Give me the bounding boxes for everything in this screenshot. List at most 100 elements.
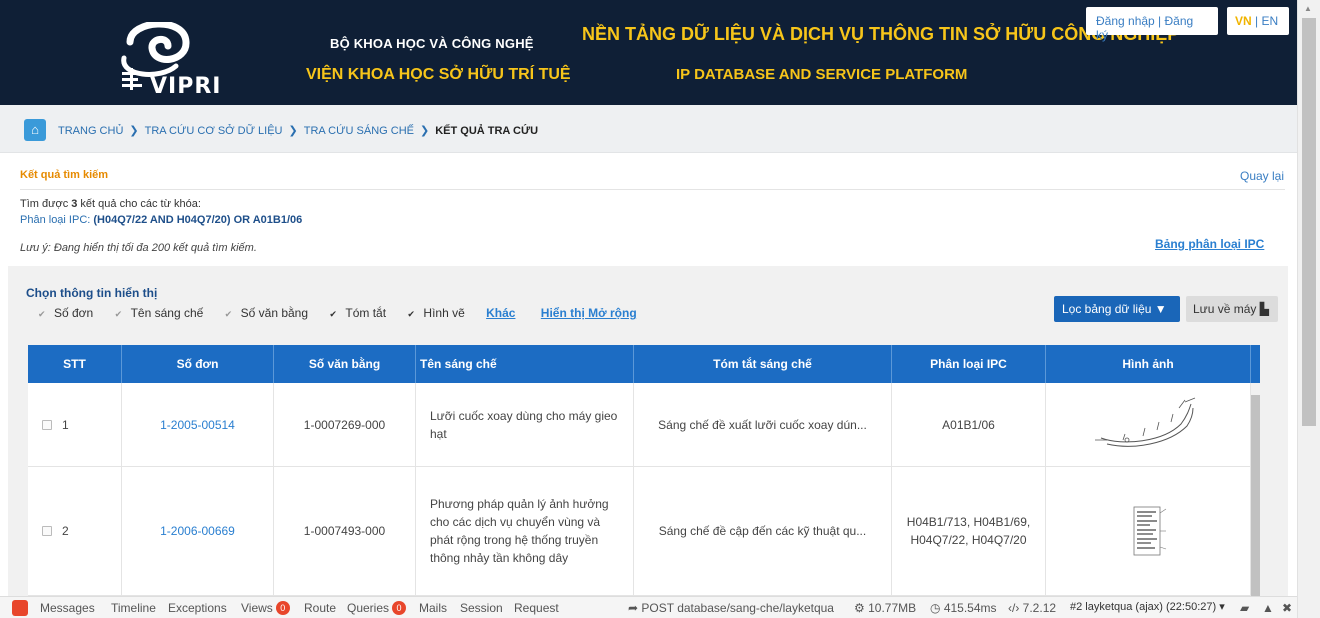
found-suffix: kết quả cho các từ khóa: [77,198,201,210]
lang-vn-link[interactable]: VN [1235,14,1252,28]
option-app-no[interactable]: ✔ Số đơn [38,306,93,320]
row-number: 1 [62,417,69,432]
col-ipc[interactable]: Phân loại IPC [892,345,1046,383]
results-title: Kết quả tìm kiếm [20,169,109,181]
platform-subtitle: IP DATABASE AND SERVICE PLATFORM [676,66,968,83]
col-patent-no[interactable]: Số văn bằng [274,345,416,383]
close-icon[interactable]: ✖ [1282,601,1292,615]
row-checkbox[interactable] [42,419,52,430]
debugbar-logo-icon[interactable] [12,600,28,616]
filter-icon: ▼ [1154,302,1167,316]
row-checkbox[interactable] [42,526,52,536]
row-abstract: Sáng chế đề cập đến các kỹ thuật qu... [634,467,892,595]
page-scrollbar-thumb[interactable] [1302,18,1316,426]
auth-separator: | [1154,14,1165,28]
home-icon[interactable]: ⌂ [24,119,46,141]
row-ipc: A01B1/06 [892,383,1046,466]
table-scrollbar[interactable] [1251,383,1260,596]
filter-button-label: Lọc bảng dữ liệu [1062,302,1152,316]
option-title[interactable]: ✔ Tên sáng chế [115,306,204,320]
row-title: Phương pháp quản lý ảnh hưởng cho các dị… [416,467,634,595]
patent-drawing-thumbnail[interactable] [1093,394,1203,456]
table-row: 1 1-2005-00514 1-0007269-000 Lưỡi cuốc x… [28,383,1260,467]
col-stt[interactable]: STT [28,345,122,383]
breadcrumb-trail: TRANG CHỦ ❯ TRA CỨU CƠ SỞ DỮ LIỆU ❯ TRA CỨU … [58,124,538,137]
chevron-up-icon[interactable]: ▲ [1262,601,1274,615]
views-label: Views [241,601,273,615]
ipc-query-line: Phân loại IPC: (H04Q7/22 AND H04Q7/20) O… [20,214,302,226]
page: { "header": { "logo_text": "VIPRI", "org… [0,0,1320,618]
option-drawing[interactable]: ✔ Hình vẽ [407,306,464,320]
debug-route: ➦ POST database/sang-che/layketqua [628,601,834,615]
expand-display-link[interactable]: Hiển thị Mở rộng [541,306,637,320]
other-options-link[interactable]: Khác [486,306,515,320]
login-link[interactable]: Đăng nhập [1096,14,1155,28]
result-limit-note: Lưu ý: Đang hiển thị tối đa 200 kết quả … [20,242,257,254]
col-app-no[interactable]: Số đơn [122,345,274,383]
table-row: 2 1-2006-00669 1-0007493-000 Phương pháp… [28,467,1260,596]
results-panel: Chọn thông tin hiển thị ✔ Số đơn ✔ Tên sán… [8,266,1288,596]
breadcrumb-home[interactable]: TRANG CHỦ [58,125,123,137]
debug-tab-views[interactable]: Views 0 [241,601,290,615]
option-label: Hình vẽ [423,306,465,320]
auth-box: Đăng nhập | Đăng ký [1086,7,1218,42]
debug-tab-session[interactable]: Session [460,601,503,615]
time-text: 415.54ms [943,601,997,615]
ministry-name: BỘ KHOA HỌC VÀ CÔNG NGHỆ [330,36,534,51]
debug-time: ◷ 415.54ms [930,601,997,615]
option-label: Số đơn [54,306,94,320]
views-count-badge: 0 [275,601,290,615]
site-header: VIPRI BỘ KHOA HỌC VÀ CÔNG NGHỆ VIỆN KHOA… [0,0,1297,105]
save-to-computer-button[interactable]: Lưu về máy ▙ [1186,296,1278,322]
row-patent-no: 1-0007493-000 [274,467,416,595]
app-no-link[interactable]: 1-2006-00669 [160,522,235,540]
option-patent-no[interactable]: ✔ Số văn bằng [225,306,308,320]
debug-tab-messages[interactable]: Messages [40,601,95,615]
col-abstract[interactable]: Tóm tắt sáng chế [634,345,892,383]
breadcrumb-patent-search[interactable]: TRA CỨU SÁNG CHẾ [304,125,414,137]
table-scrollbar-thumb[interactable] [1251,395,1260,596]
breadcrumb-separator: ❯ [129,125,139,137]
display-options: ✔ Số đơn ✔ Tên sáng chế ✔ Số văn bằng ✔ Tóm … [38,306,659,320]
option-abstract[interactable]: ✔ Tóm tắt [329,306,386,320]
debug-bar: Messages Timeline Exceptions Views 0 Rout… [0,596,1297,618]
ipc-label: Phân loại IPC: [20,214,94,226]
debug-tab-request[interactable]: Request [514,601,559,615]
checkbox-icon: ✔ [407,309,415,319]
ipc-table-link[interactable]: Bảng phân loại IPC [1155,237,1264,251]
request-text: #2 layketqua (ajax) (22:50:27) [1070,601,1217,613]
display-options-title: Chọn thông tin hiển thị [26,286,158,300]
save-button-label: Lưu về máy [1193,302,1257,316]
found-summary: Tìm được 3 kết quả cho các từ khóa: [20,198,201,210]
lang-en-link[interactable]: EN [1261,14,1278,28]
checkbox-icon: ✔ [224,309,233,319]
option-label: Số văn bằng [240,306,309,320]
share-arrow-icon: ➦ [628,601,639,615]
breadcrumb-separator: ❯ [419,125,430,137]
institute-name: VIỆN KHOA HỌC SỞ HỮU TRÍ TUỆ [306,66,571,83]
col-title[interactable]: Tên sáng chế [416,345,634,383]
debug-tab-mails[interactable]: Mails [419,601,447,615]
folder-open-icon[interactable]: ▰ [1240,601,1249,615]
debug-request-select[interactable]: #2 layketqua (ajax) (22:50:27) ▾ [1070,600,1225,613]
page-scrollbar[interactable]: ▲ [1297,0,1320,618]
debug-tab-timeline[interactable]: Timeline [111,601,156,615]
filter-table-button[interactable]: Lọc bảng dữ liệu ▼ [1054,296,1180,322]
back-link[interactable]: Quay lại [1240,169,1284,183]
option-label: Tóm tắt [345,306,387,320]
table-header: STT Số đơn Số văn bằng Tên sáng chế Tóm … [28,345,1260,383]
debug-tab-exceptions[interactable]: Exceptions [168,601,227,615]
scroll-up-arrow-icon[interactable]: ▲ [1304,4,1312,13]
debug-tab-queries[interactable]: Queries 0 [347,601,407,615]
queries-count-badge: 0 [392,601,407,615]
app-no-link[interactable]: 1-2005-00514 [160,416,235,434]
patent-drawing-thumbnail[interactable] [1128,503,1168,559]
debug-tab-route[interactable]: Route [304,601,336,615]
debug-php: ‹/› 7.2.12 [1008,601,1056,615]
breadcrumb-database[interactable]: TRA CỨU CƠ SỞ DỮ LIỆU [145,125,283,137]
col-image[interactable]: Hình ảnh [1046,345,1251,383]
row-patent-no: 1-0007269-000 [274,383,416,466]
option-label: Tên sáng chế [130,306,204,320]
queries-label: Queries [347,601,390,615]
breadcrumb-current: KẾT QUẢ TRA CỨU [435,125,539,137]
